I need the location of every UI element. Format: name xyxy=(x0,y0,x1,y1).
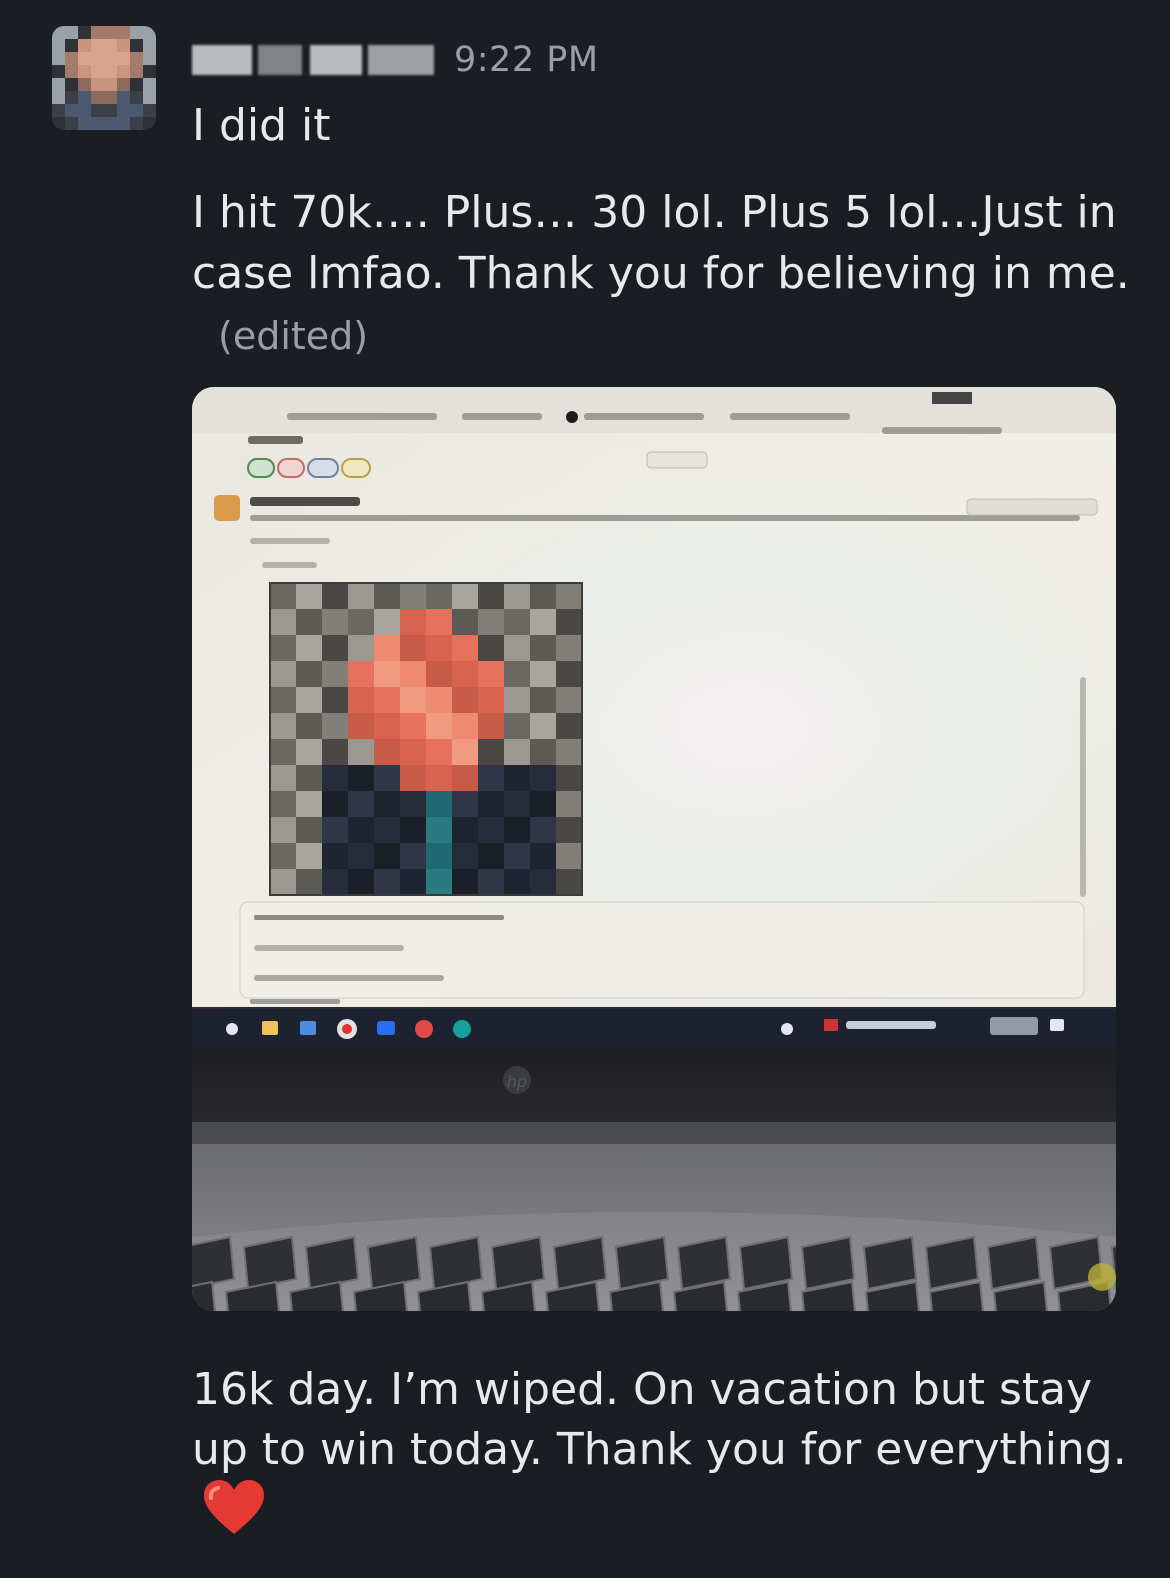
red-heart-icon xyxy=(204,1480,264,1552)
svg-text:hp: hp xyxy=(507,1072,527,1091)
message-header: 9:22 PM xyxy=(192,34,599,86)
message-text-second-body: I hit 70k…. Plus… 30 lol. Plus 5 lol…Jus… xyxy=(192,187,1130,299)
pixelated-photo xyxy=(269,582,583,896)
message-text-second: I hit 70k…. Plus… 30 lol. Plus 5 lol…Jus… xyxy=(192,182,1142,367)
message-text-first: I did it xyxy=(192,100,331,151)
author-name-redacted[interactable] xyxy=(192,41,440,79)
edited-label: (edited) xyxy=(218,314,369,358)
avatar[interactable] xyxy=(52,26,156,130)
message-text-third: 16k day. I’m wiped. On vacation but stay… xyxy=(192,1360,1142,1552)
laptop-photo: hp xyxy=(192,387,1116,1311)
chat-message: 9:22 PM I did it I hit 70k…. Plus… 30 lo… xyxy=(0,0,1170,1578)
message-text-third-body: 16k day. I’m wiped. On vacation but stay… xyxy=(192,1364,1127,1475)
message-timestamp[interactable]: 9:22 PM xyxy=(454,40,599,80)
photo-attachment[interactable]: hp xyxy=(192,387,1116,1311)
taskbar xyxy=(192,1009,1116,1049)
